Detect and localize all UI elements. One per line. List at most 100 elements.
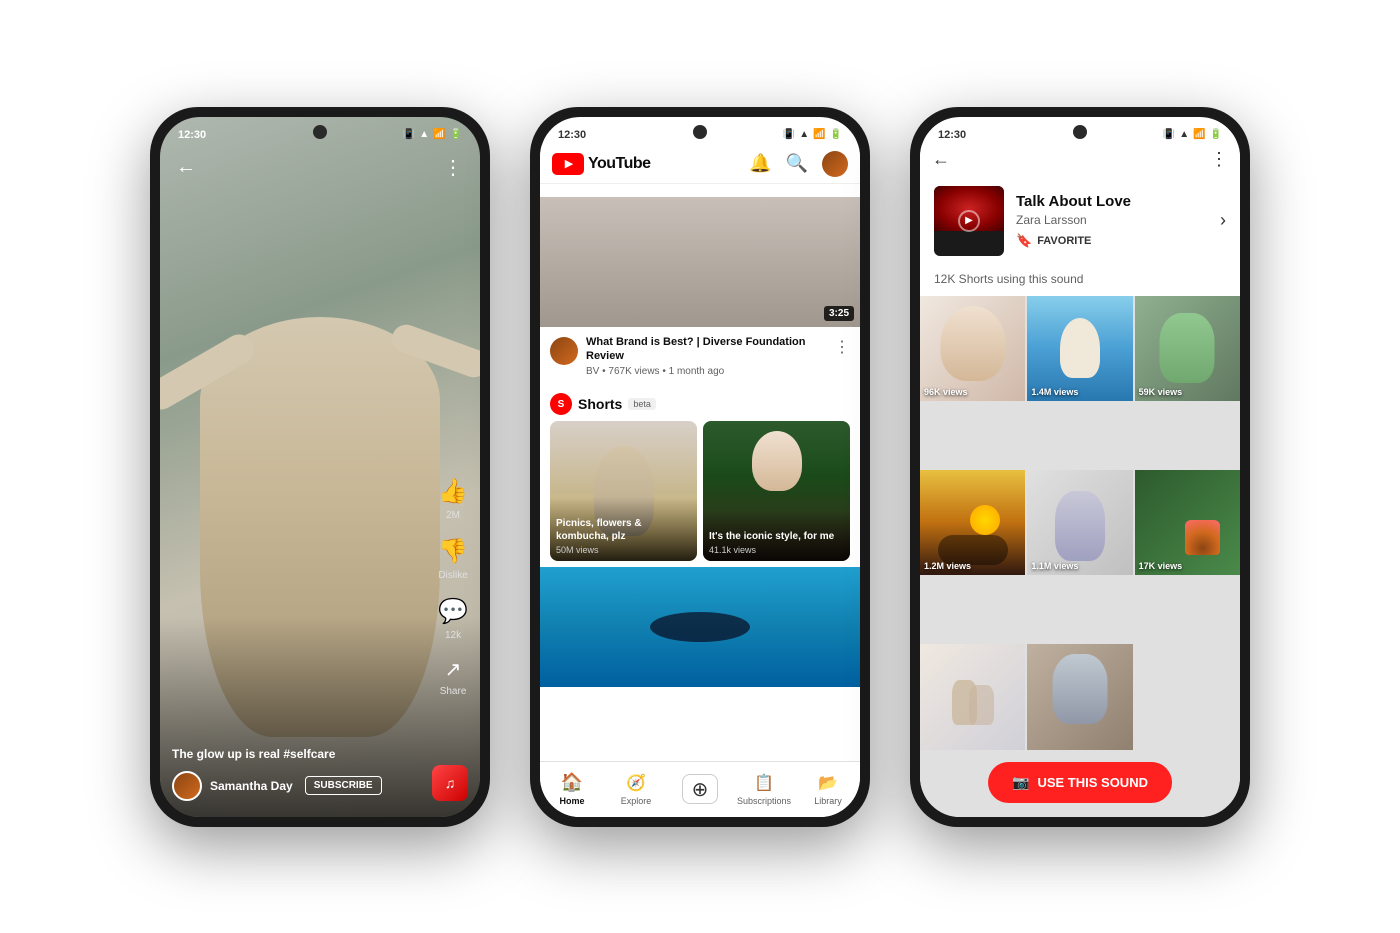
more-options-button[interactable]: ⋮: [443, 155, 464, 180]
short-views-1: 50M views: [556, 545, 691, 555]
header-icons: 🔔 🔍: [749, 151, 848, 177]
skater-figure: [1060, 318, 1100, 378]
user-avatar[interactable]: [172, 771, 202, 801]
sound-count: 12K Shorts using this sound: [920, 268, 1240, 296]
wifi-icon: 📶: [813, 129, 825, 140]
short-title-1: Picnics, flowers & kombucha, plz: [556, 517, 691, 543]
sound-video-grid: 96K views 1.4M views 59K views 1.2M view…: [920, 296, 1240, 817]
user-avatar[interactable]: [822, 151, 848, 177]
navigate-arrow[interactable]: ›: [1220, 210, 1226, 231]
plus-icon: ⊕: [692, 777, 709, 802]
time-display: 12:30: [558, 129, 586, 141]
nav-subscriptions[interactable]: 📋 Subscriptions: [732, 773, 796, 806]
subscribe-button[interactable]: SUBSCRIBE: [305, 776, 382, 795]
grid-item-7[interactable]: [920, 644, 1025, 749]
back-button[interactable]: ←: [176, 156, 196, 179]
toast-figure-2: [969, 685, 994, 725]
video-subtitle: BV • 767K views • 1 month ago: [586, 366, 826, 377]
short-views-2: 41.1k views: [709, 545, 844, 555]
more-options-button[interactable]: ⋮: [1210, 149, 1228, 170]
green-person-figure: [1160, 313, 1215, 383]
share-label: Share: [440, 686, 467, 697]
grid-item-5[interactable]: 1.1M views: [1027, 470, 1132, 575]
signal-icon: ▲: [799, 129, 809, 140]
signal-icon: ▲: [1179, 129, 1189, 140]
phone-1-shorts: 12:30 📳 ▲ 📶 🔋 ← ⋮ 👍 2M 👎 Dislike: [150, 107, 490, 827]
shorts-grid: Picnics, flowers & kombucha, plz 50M vie…: [540, 421, 860, 561]
create-button[interactable]: ⊕: [682, 774, 718, 804]
like-count: 2M: [446, 510, 460, 521]
grid-item-4[interactable]: 1.2M views: [920, 470, 1025, 575]
play-icon[interactable]: ▶: [958, 210, 980, 232]
grid-item-2[interactable]: 1.4M views: [1027, 296, 1132, 401]
user-row: Samantha Day SUBSCRIBE: [172, 771, 420, 801]
back-button[interactable]: ←: [932, 149, 950, 170]
shorts-header: S Shorts beta: [540, 393, 860, 421]
grid-views-2: 1.4M views: [1031, 387, 1078, 397]
wifi-icon: 📶: [1193, 129, 1205, 140]
nav-create[interactable]: ⊕: [668, 774, 732, 804]
music-button[interactable]: ♫: [432, 765, 468, 801]
video-age: 1 month ago: [669, 366, 725, 377]
status-icons: 📳 ▲ 📶 🔋: [1163, 129, 1222, 140]
wifi-icon: 📶: [433, 129, 445, 140]
person-decoration-3: [1052, 654, 1107, 724]
video-title[interactable]: What Brand is Best? | Diverse Foundation…: [586, 335, 826, 364]
grid-item-3[interactable]: 59K views: [1135, 296, 1240, 401]
vibrate-icon: 📳: [403, 129, 415, 140]
nav-home[interactable]: 🏠 Home: [540, 772, 604, 806]
status-bar: 12:30 📳 ▲ 📶 🔋: [540, 117, 860, 145]
cake-decoration: [1185, 520, 1220, 555]
library-label: Library: [814, 796, 842, 806]
nav-library[interactable]: 📂 Library: [796, 773, 860, 806]
sound-thumbnail[interactable]: ▶: [934, 186, 1004, 256]
battery-icon: 🔋: [450, 129, 462, 140]
shorts-section: S Shorts beta Picnics, flowers & kombuch…: [540, 385, 860, 695]
short-title-2: It's the iconic style, for me: [709, 530, 844, 543]
pool-video[interactable]: [540, 567, 860, 687]
grid-item-6[interactable]: 17K views: [1135, 470, 1240, 575]
favorite-button[interactable]: 🔖 FAVORITE: [1016, 233, 1208, 249]
short-label-1: Picnics, flowers & kombucha, plz 50M vie…: [550, 497, 697, 561]
grid-item-1[interactable]: 96K views: [920, 296, 1025, 401]
sound-info: Talk About Love Zara Larsson 🔖 FAVORITE: [1016, 193, 1208, 249]
short-card-2[interactable]: It's the iconic style, for me 41.1k view…: [703, 421, 850, 561]
subscriptions-icon: 📋: [754, 773, 774, 793]
person-decoration-2: [752, 431, 802, 491]
beta-badge: beta: [628, 398, 656, 410]
swimmer-figure: [650, 612, 750, 642]
short-label-2: It's the iconic style, for me 41.1k view…: [703, 510, 850, 561]
nav-explore[interactable]: 🧭 Explore: [604, 773, 668, 806]
yt-logo-icon: [552, 153, 584, 175]
grid-item-8[interactable]: [1027, 644, 1132, 749]
bookmark-icon: 🔖: [1016, 233, 1032, 249]
share-icon: ↗: [445, 657, 462, 682]
video-thumbnail[interactable]: 3:25: [540, 197, 860, 327]
grid-views-3: 59K views: [1139, 387, 1183, 397]
caption-text: The glow up is real: [172, 747, 283, 761]
shorts-logo-icon: S: [550, 393, 572, 415]
sun-decoration: [970, 505, 1000, 535]
time-display: 12:30: [938, 129, 966, 141]
share-button[interactable]: ↗ Share: [440, 657, 467, 697]
short-card-1[interactable]: Picnics, flowers & kombucha, plz 50M vie…: [550, 421, 697, 561]
use-this-sound-button[interactable]: 📷 USE THIS SOUND: [988, 762, 1172, 803]
like-button[interactable]: 👍 2M: [438, 477, 468, 521]
more-options-icon[interactable]: ⋮: [834, 337, 850, 357]
phone-3-sound: 12:30 📳 ▲ 📶 🔋 ← ⋮ ▶ T: [910, 107, 1250, 827]
comment-button[interactable]: 💬 12k: [438, 597, 468, 641]
comment-count: 12k: [445, 630, 461, 641]
search-icon[interactable]: 🔍: [786, 153, 808, 174]
grid-views-5: 1.1M views: [1031, 561, 1078, 571]
grid-views-4: 1.2M views: [924, 561, 971, 571]
dislike-button[interactable]: 👎 Dislike: [438, 537, 468, 581]
subscriptions-label: Subscriptions: [737, 796, 791, 806]
vibrate-icon: 📳: [783, 129, 795, 140]
channel-avatar[interactable]: [550, 337, 578, 365]
sound-top-bar: ← ⋮: [920, 145, 1240, 178]
dislike-icon: 👎: [438, 537, 468, 566]
dislike-label: Dislike: [438, 570, 467, 581]
video-duration: 3:25: [824, 306, 854, 321]
notification-bell-icon[interactable]: 🔔: [749, 153, 771, 174]
camera-icon: 📷: [1012, 774, 1029, 791]
